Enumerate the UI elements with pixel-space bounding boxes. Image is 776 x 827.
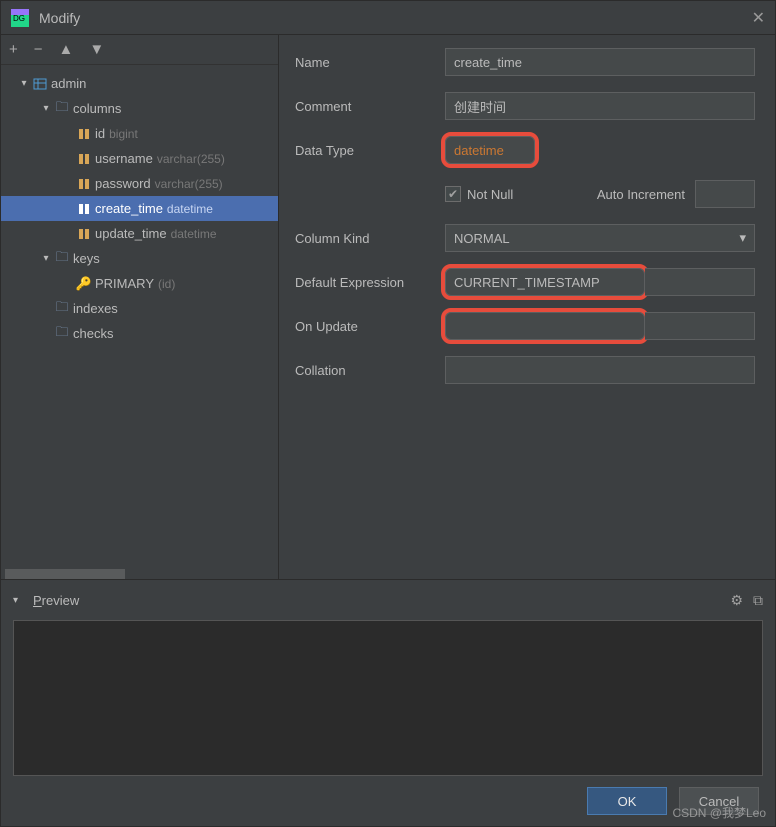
data-type-input[interactable]: datetime — [445, 136, 535, 164]
column-icon — [75, 177, 93, 191]
column-kind-select[interactable]: NORMAL ▾ — [445, 224, 755, 252]
checkmark-icon: ✔ — [445, 186, 461, 202]
form-panel: Name Comment Data Type datetime ✔ — [279, 35, 775, 579]
folder-icon: 🗀 — [53, 323, 71, 345]
not-null-checkbox[interactable]: ✔ Not Null — [445, 186, 513, 202]
on-update-label: On Update — [295, 319, 445, 334]
preview-section: ▾ PPreviewreview ⚙ ⧉ — [1, 580, 775, 776]
on-update-input[interactable] — [445, 312, 645, 340]
move-down-button[interactable]: ▼ — [89, 41, 104, 58]
tree-node-columns[interactable]: ▾ 🗀 columns — [1, 96, 278, 121]
comment-input[interactable] — [445, 92, 755, 120]
column-icon — [75, 227, 93, 241]
tree-node-keys[interactable]: ▾ 🗀 keys — [1, 246, 278, 271]
tree-scrollbar[interactable] — [1, 569, 278, 579]
app-icon: DG — [11, 9, 29, 27]
close-icon[interactable]: ✕ — [752, 8, 765, 28]
collation-label: Collation — [295, 363, 445, 378]
ok-button[interactable]: OK — [587, 787, 667, 815]
folder-icon: 🗀 — [53, 298, 71, 320]
window-title: Modify — [39, 10, 752, 26]
preview-label: PPreviewreview — [33, 593, 720, 608]
column-icon — [75, 202, 93, 216]
chevron-down-icon: ▾ — [739, 230, 746, 246]
tree-node-column-update-time[interactable]: update_time datetime — [1, 221, 278, 246]
button-bar: OK Cancel — [1, 776, 775, 826]
remove-button[interactable]: − — [34, 41, 43, 58]
collation-input[interactable] — [445, 356, 755, 384]
column-kind-label: Column Kind — [295, 231, 445, 246]
name-input[interactable] — [445, 48, 755, 76]
object-tree[interactable]: ▾ admin ▾ 🗀 columns id bigint — [1, 65, 278, 569]
column-icon — [75, 152, 93, 166]
folder-icon: 🗀 — [53, 98, 71, 120]
titlebar: DG Modify ✕ — [1, 1, 775, 35]
tree-node-column-password[interactable]: password varchar(255) — [1, 171, 278, 196]
default-expr-input[interactable] — [445, 268, 645, 296]
external-icon[interactable]: ⧉ — [753, 592, 763, 609]
preview-body — [13, 620, 763, 776]
move-up-button[interactable]: ▲ — [59, 41, 74, 58]
content: + − ▲ ▼ ▾ admin ▾ 🗀 columns — [1, 35, 775, 826]
auto-increment-input[interactable] — [695, 180, 755, 208]
data-type-label: Data Type — [295, 143, 445, 158]
auto-increment-label: Auto Increment — [597, 187, 685, 202]
tree-node-checks[interactable]: 🗀 checks — [1, 321, 278, 346]
preview-toggle[interactable]: ▾ — [13, 595, 27, 606]
watermark: CSDN @我梦Leo — [672, 804, 766, 821]
tree-node-primary-key[interactable]: 🔑 PRIMARY (id) — [1, 271, 278, 296]
column-icon — [75, 127, 93, 141]
table-icon — [31, 77, 49, 91]
tree-node-column-create-time[interactable]: create_time datetime — [1, 196, 278, 221]
tree-node-indexes[interactable]: 🗀 indexes — [1, 296, 278, 321]
default-expr-label: Default Expression — [295, 275, 445, 290]
folder-icon: 🗀 — [53, 248, 71, 270]
tree-node-admin[interactable]: ▾ admin — [1, 71, 278, 96]
svg-text:DG: DG — [13, 14, 25, 23]
tree-toolbar: + − ▲ ▼ — [1, 35, 278, 65]
gear-icon[interactable]: ⚙ — [730, 592, 743, 609]
tree-panel: + − ▲ ▼ ▾ admin ▾ 🗀 columns — [1, 35, 279, 579]
modify-dialog: DG Modify ✕ + − ▲ ▼ ▾ admin — [0, 0, 776, 827]
add-button[interactable]: + — [9, 41, 18, 58]
tree-node-column-username[interactable]: username varchar(255) — [1, 146, 278, 171]
tree-node-column-id[interactable]: id bigint — [1, 121, 278, 146]
name-label: Name — [295, 55, 445, 70]
comment-label: Comment — [295, 99, 445, 114]
key-icon: 🔑 — [75, 276, 93, 292]
